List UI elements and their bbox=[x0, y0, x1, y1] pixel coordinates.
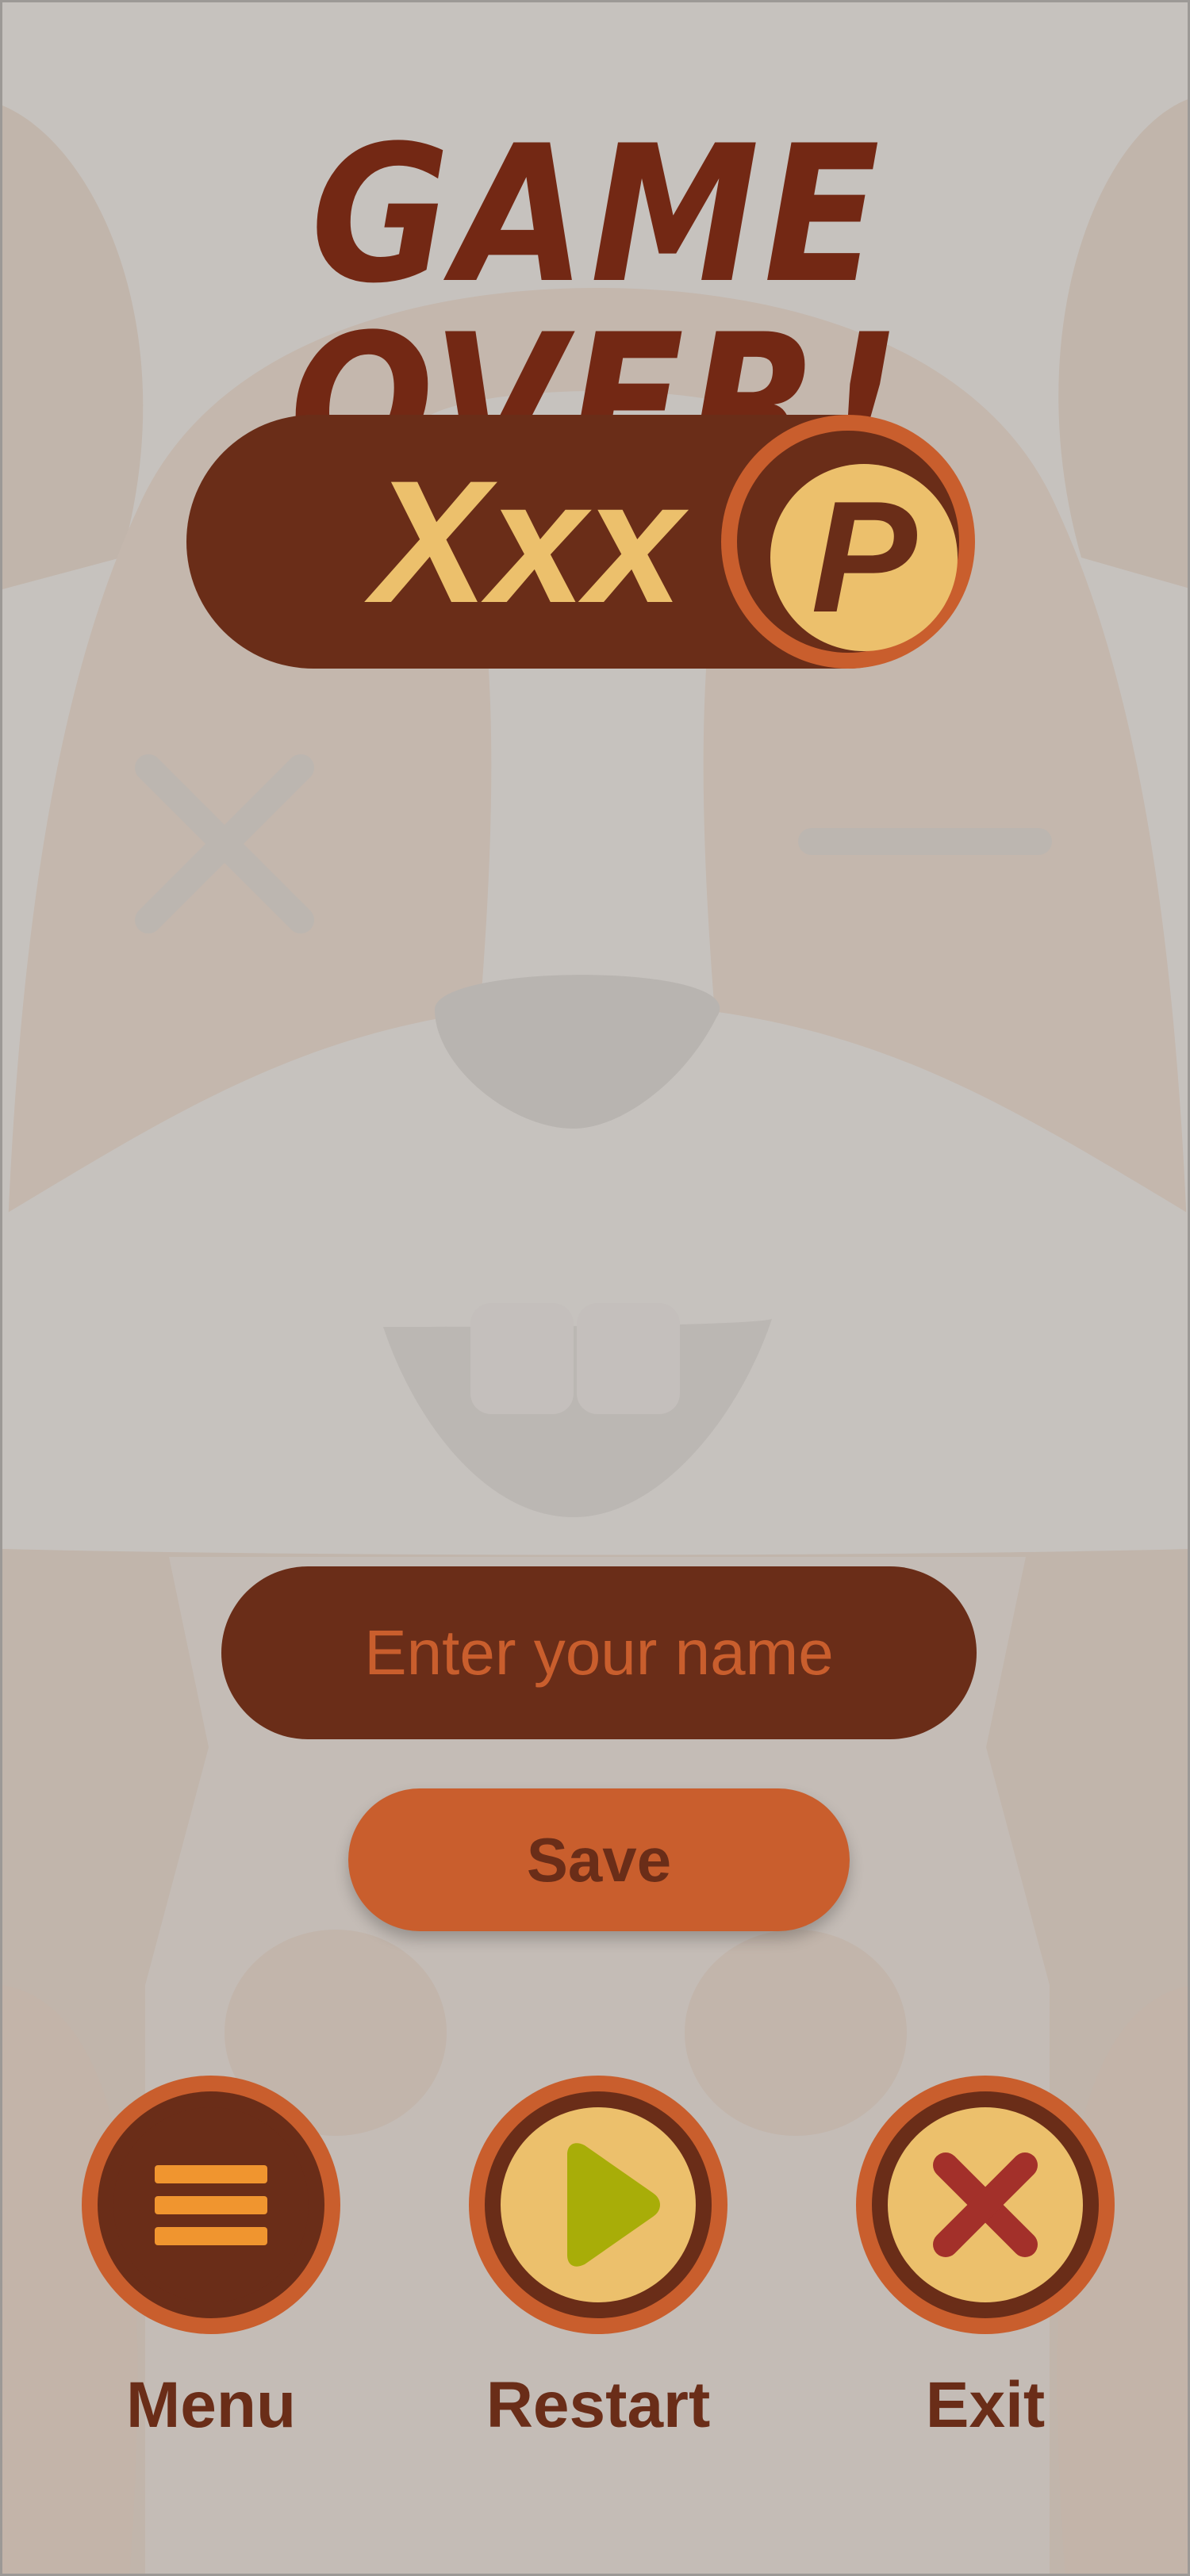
score-value: Xxx bbox=[372, 444, 683, 639]
menu-label: Menu bbox=[125, 2369, 297, 2441]
save-button[interactable]: Save bbox=[348, 1788, 850, 1931]
menu-button[interactable] bbox=[82, 2076, 340, 2334]
coin-ring: P bbox=[737, 431, 959, 653]
restart-label: Restart bbox=[486, 2369, 711, 2441]
player-name-input[interactable] bbox=[221, 1566, 977, 1739]
exit-button[interactable] bbox=[856, 2076, 1115, 2334]
score-display: Xxx P bbox=[186, 415, 975, 669]
restart-button[interactable] bbox=[469, 2076, 727, 2334]
hamburger-icon bbox=[155, 2165, 267, 2245]
close-icon bbox=[933, 2152, 1038, 2257]
coin-symbol: P bbox=[770, 464, 958, 651]
coin-icon: P bbox=[721, 415, 975, 669]
exit-label: Exit bbox=[925, 2369, 1046, 2441]
play-icon bbox=[567, 2143, 660, 2267]
game-over-screen: GAME OVER! Xxx P Save bbox=[0, 0, 1190, 2576]
